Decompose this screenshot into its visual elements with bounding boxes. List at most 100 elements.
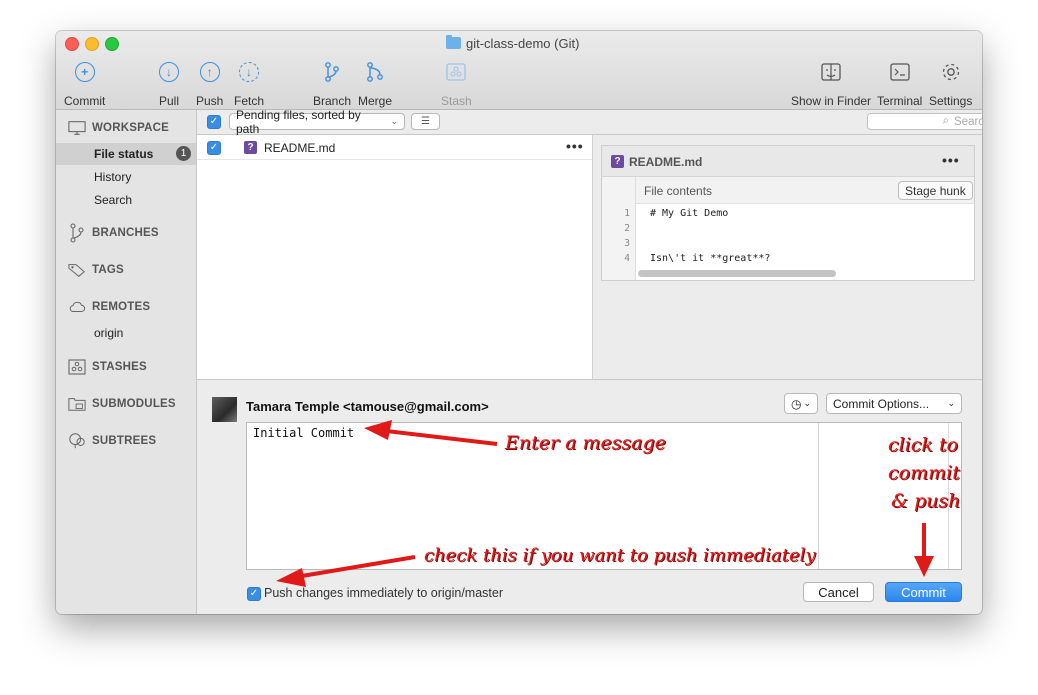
tag-icon xyxy=(68,262,86,278)
line-number: 4 xyxy=(624,253,630,264)
message-divider xyxy=(818,423,819,569)
monitor-icon xyxy=(68,120,86,136)
sidebar-item-search[interactable]: Search xyxy=(94,193,132,207)
window-title: git-class-demo (Git) xyxy=(446,35,579,51)
annotation-and-push: & push xyxy=(891,490,961,512)
close-window-button[interactable] xyxy=(65,37,79,51)
sidebar-branches-header[interactable]: BRANCHES xyxy=(68,223,159,243)
merge-toolbar-button[interactable]: Merge xyxy=(358,61,392,108)
cancel-button[interactable]: Cancel xyxy=(803,582,874,602)
subtree-icon xyxy=(68,433,86,449)
push-toolbar-button[interactable]: ↑ Push xyxy=(196,61,223,108)
plus-icon: + xyxy=(74,62,95,82)
branch-icon xyxy=(325,62,339,82)
chevron-down-icon: ⌄ xyxy=(803,398,812,408)
terminal-toolbar-button[interactable]: Terminal xyxy=(877,61,922,108)
sidebar-submodules-header[interactable]: SUBMODULES xyxy=(68,396,176,412)
commit-options-label: Commit Options... xyxy=(833,396,930,411)
diff-header: ? README.md ••• xyxy=(602,146,974,177)
line-number: 2 xyxy=(624,223,630,234)
finder-icon xyxy=(821,63,841,81)
show-in-finder-label: Show in Finder xyxy=(791,94,872,108)
history-dropdown[interactable]: ◷ ⌄ xyxy=(784,393,818,414)
commit-author: Tamara Temple <tamouse@gmail.com> xyxy=(246,399,489,414)
diff-file-name: README.md xyxy=(629,155,703,169)
commit-button[interactable]: Commit xyxy=(885,582,962,602)
more-options-icon[interactable]: ••• xyxy=(566,138,584,154)
untracked-file-icon: ? xyxy=(244,141,257,154)
stage-hunk-button[interactable]: Stage hunk xyxy=(898,181,973,200)
code-line: # My Git Demo xyxy=(650,208,729,219)
sidebar-subtrees-header[interactable]: SUBTREES xyxy=(68,433,156,449)
diff-preview-pane: ? README.md ••• File contents Stage hunk… xyxy=(593,135,982,379)
branch-toolbar-label: Branch xyxy=(313,94,352,108)
sidebar-stashes-label: STASHES xyxy=(92,361,147,373)
cloud-icon xyxy=(68,299,86,315)
branch-toolbar-button[interactable]: Branch xyxy=(313,61,351,108)
search-input[interactable]: ⌕ Search xyxy=(867,113,982,130)
horizontal-scrollbar[interactable] xyxy=(638,270,836,277)
sidebar-stashes-header[interactable]: STASHES xyxy=(68,359,147,375)
stash-icon xyxy=(68,359,86,375)
sidebar-item-history[interactable]: History xyxy=(94,170,131,184)
commit-options-dropdown[interactable]: Commit Options... ⌄ xyxy=(826,393,962,414)
line-number: 3 xyxy=(624,238,630,249)
untracked-file-icon: ? xyxy=(611,155,624,168)
file-row[interactable]: ✓ ? README.md ••• xyxy=(197,135,592,160)
push-toolbar-label: Push xyxy=(196,94,224,108)
sidebar-tags-header[interactable]: TAGS xyxy=(68,262,124,278)
minimize-window-button[interactable] xyxy=(85,37,99,51)
sidebar-workspace-header[interactable]: WORKSPACE xyxy=(68,120,169,136)
zoom-window-button[interactable] xyxy=(105,37,119,51)
list-view-icon: ☰ xyxy=(421,116,430,127)
search-placeholder: Search xyxy=(954,115,982,128)
select-all-checkbox[interactable]: ✓ xyxy=(207,115,221,129)
fetch-toolbar-button[interactable]: ↓ Fetch xyxy=(234,61,264,108)
more-options-icon[interactable]: ••• xyxy=(942,152,960,168)
sidebar-tags-label: TAGS xyxy=(92,264,124,276)
annotation-click-to: click to xyxy=(888,434,959,456)
pull-toolbar-label: Pull xyxy=(158,94,179,108)
file-filter-bar: ✓ Pending files, sorted by path ⌄ ☰ ⌕ Se… xyxy=(197,108,982,136)
file-contents-label: File contents xyxy=(644,184,713,198)
pull-toolbar-button[interactable]: ↓ Pull xyxy=(158,61,180,108)
terminal-icon xyxy=(890,63,910,81)
search-icon: ⌕ xyxy=(942,115,949,127)
sidebar-item-origin[interactable]: origin xyxy=(94,326,123,340)
file-name: README.md xyxy=(264,141,336,155)
stash-icon xyxy=(446,63,466,81)
push-immediately-checkbox[interactable]: ✓ xyxy=(247,587,261,601)
sidebar-remotes-header[interactable]: REMOTES xyxy=(68,299,150,315)
stash-toolbar-label: Stash xyxy=(441,94,472,108)
stash-toolbar-button[interactable]: Stash xyxy=(441,61,472,108)
arrow-up-icon: ↑ xyxy=(199,62,220,82)
avatar xyxy=(212,397,237,422)
diff-card: ? README.md ••• File contents Stage hunk… xyxy=(601,145,975,281)
commit-toolbar-button[interactable]: + Commit xyxy=(64,61,105,108)
branch-icon xyxy=(68,223,86,243)
clock-icon: ◷ xyxy=(790,396,802,411)
sidebar-submodules-label: SUBMODULES xyxy=(92,398,176,410)
fetch-arrow-icon: ↓ xyxy=(239,62,259,82)
commit-toolbar-label: Commit xyxy=(64,94,106,108)
settings-toolbar-label: Settings xyxy=(929,94,973,108)
code-line: Isn\'t it **great**? xyxy=(650,253,771,264)
view-mode-button[interactable]: ☰ xyxy=(411,113,440,130)
sort-files-dropdown[interactable]: Pending files, sorted by path ⌄ xyxy=(229,108,405,136)
arrow-down-icon: ↓ xyxy=(159,62,179,82)
fetch-toolbar-label: Fetch xyxy=(234,94,265,108)
sidebar-item-file-status-label: File status xyxy=(94,147,154,161)
folder-icon xyxy=(446,35,461,49)
chevron-down-icon: ⌄ xyxy=(390,116,398,126)
file-stage-checkbox[interactable]: ✓ xyxy=(207,141,221,155)
window-title-text: git-class-demo (Git) xyxy=(466,35,580,51)
submodule-icon xyxy=(68,396,86,412)
settings-toolbar-button[interactable]: Settings xyxy=(929,61,972,108)
file-status-count-badge: 1 xyxy=(176,146,191,161)
sidebar-workspace-label: WORKSPACE xyxy=(92,122,169,134)
sidebar: WORKSPACE File status 1 History Search B… xyxy=(56,110,197,614)
push-immediately-label: Push changes immediately to origin/maste… xyxy=(264,586,504,600)
annotation-enter-message: Enter a message xyxy=(505,432,666,454)
show-in-finder-button[interactable]: Show in Finder xyxy=(791,61,871,108)
title-toolbar: git-class-demo (Git) + Commit ↓ Pull ↑ P… xyxy=(56,31,982,110)
